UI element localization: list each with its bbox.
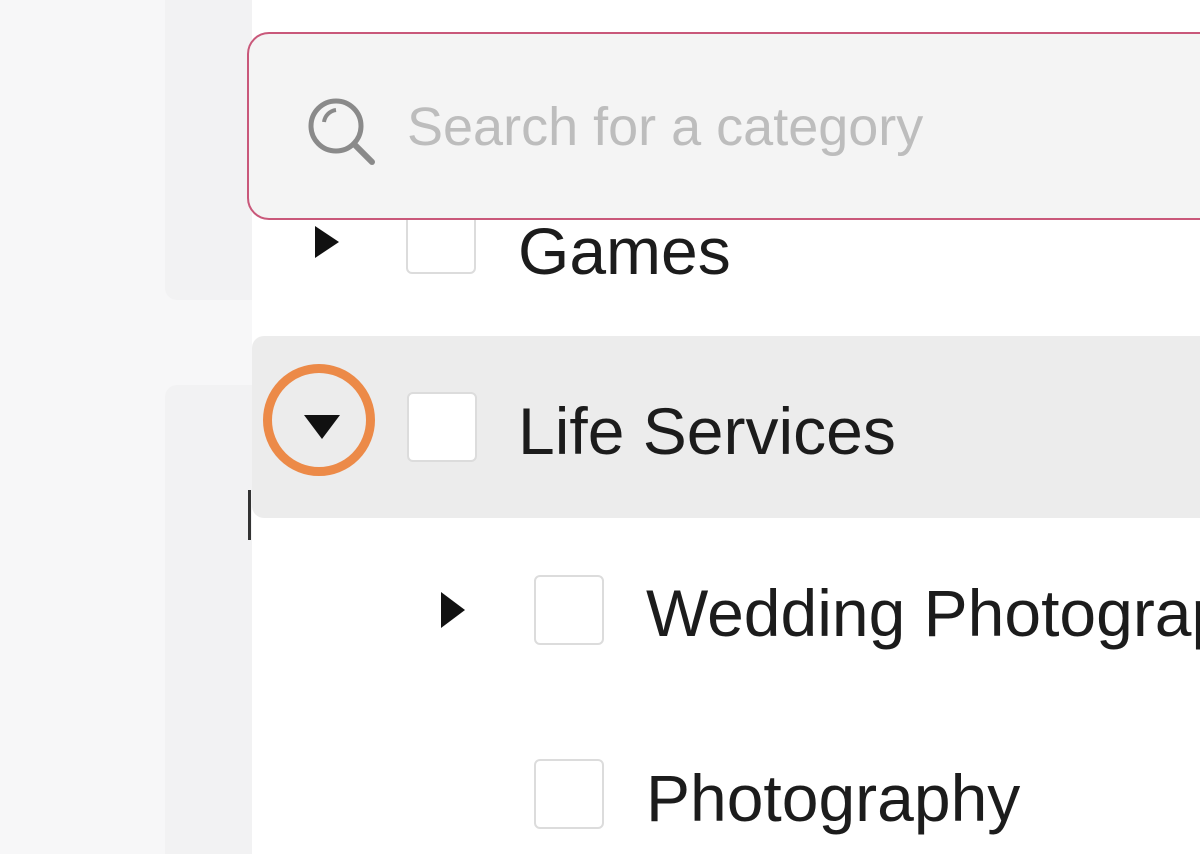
category-label: Life Services	[518, 394, 896, 468]
category-item-life-services[interactable]: Life Services	[252, 336, 1200, 518]
search-input[interactable]	[407, 92, 1167, 162]
category-label: Wedding Photography	[646, 576, 1200, 650]
background-divider	[248, 490, 251, 540]
highlight-ring-annotation	[263, 364, 375, 476]
category-checkbox[interactable]	[534, 759, 604, 829]
category-item-photography[interactable]: Photography	[252, 705, 1200, 854]
category-label: Photography	[646, 761, 1021, 835]
category-item-wedding-photography[interactable]: Wedding Photography	[252, 520, 1200, 700]
category-checkbox[interactable]	[407, 392, 477, 462]
category-label: Games	[518, 214, 731, 288]
search-icon	[304, 94, 376, 166]
category-checkbox[interactable]	[534, 575, 604, 645]
expand-caret-right-icon[interactable]	[304, 220, 348, 264]
screenshot-frame: Games Life Services Wedding Photography	[0, 0, 1200, 854]
expand-caret-right-icon[interactable]	[430, 588, 474, 632]
category-search-box[interactable]	[247, 32, 1200, 220]
